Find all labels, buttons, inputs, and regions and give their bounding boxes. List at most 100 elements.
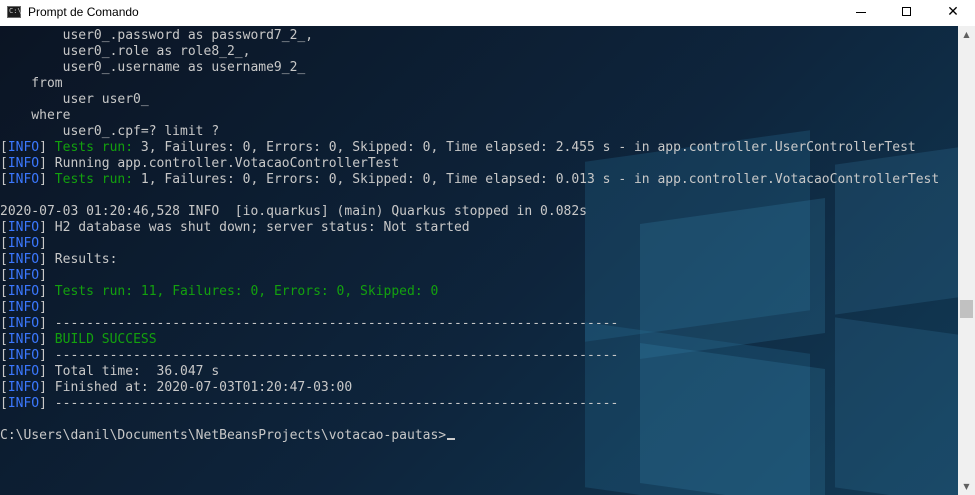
console-line: user0_.password as password7_2_,: [0, 28, 958, 44]
console-line: [INFO] Finished at: 2020-07-03T01:20:47-…: [0, 380, 958, 396]
command-prompt-line: C:\Users\danil\Documents\NetBeansProject…: [0, 428, 958, 444]
close-button[interactable]: ✕: [930, 0, 975, 26]
console-line: user0_.username as username9_2_: [0, 60, 958, 76]
console-text: ] --------------------------------------…: [39, 348, 619, 363]
console-text: ]: [39, 332, 55, 347]
console-text: ]: [39, 268, 47, 283]
console-text: ] --------------------------------------…: [39, 316, 619, 331]
console-line: user user0_: [0, 92, 958, 108]
console-text: ]: [39, 140, 55, 155]
success-text: Tests run: 11, Failures: 0, Errors: 0, S…: [54, 284, 439, 299]
console-text: [: [0, 252, 8, 267]
info-tag: INFO: [7, 396, 40, 411]
console-text: ] Total time: 36.047 s: [39, 364, 220, 379]
console-line: [INFO] ---------------------------------…: [0, 316, 958, 332]
console-text: user user0_: [0, 92, 149, 107]
info-tag: INFO: [7, 268, 40, 283]
console-line: [INFO] Tests run: 1, Failures: 0, Errors…: [0, 172, 958, 188]
title-bar[interactable]: C:\ Prompt de Comando ✕: [0, 0, 975, 26]
console-text: from: [0, 76, 63, 91]
console-text: 1, Failures: 0, Errors: 0, Skipped: 0, T…: [140, 172, 940, 187]
scroll-thumb[interactable]: [960, 300, 973, 318]
console-text: [: [0, 172, 8, 187]
text-cursor: [447, 438, 456, 440]
info-tag: INFO: [7, 300, 40, 315]
console-line: user0_.cpf=? limit ?: [0, 124, 958, 140]
info-tag: INFO: [7, 172, 40, 187]
info-tag: INFO: [7, 364, 40, 379]
console-text: ]: [39, 284, 55, 299]
window-title: Prompt de Comando: [28, 5, 139, 19]
console-text: 2020-07-03 01:20:46,528 INFO [io.quarkus…: [0, 204, 587, 219]
console-text: ] Finished at: 2020-07-03T01:20:47-03:00: [39, 380, 353, 395]
console-line: [INFO] ---------------------------------…: [0, 396, 958, 412]
success-text: Tests run:: [54, 172, 141, 187]
console-text: user0_.username as username9_2_: [0, 60, 306, 75]
console-text: [: [0, 220, 8, 235]
console-line: [INFO] Total time: 36.047 s: [0, 364, 958, 380]
info-tag: INFO: [7, 380, 40, 395]
console-text: ]: [39, 172, 55, 187]
console-line: 2020-07-03 01:20:46,528 INFO [io.quarkus…: [0, 204, 958, 220]
console-line: [INFO]: [0, 300, 958, 316]
console-text: [: [0, 380, 8, 395]
console-line: [INFO] Tests run: 11, Failures: 0, Error…: [0, 284, 958, 300]
cmd-app-icon[interactable]: C:\: [7, 6, 22, 18]
scroll-up-button[interactable]: ▲: [958, 26, 975, 43]
console-line: [INFO]: [0, 268, 958, 284]
console-text: where: [0, 108, 71, 123]
console-text: ] Results:: [39, 252, 118, 267]
minimize-button[interactable]: [838, 0, 884, 26]
console-text: [: [0, 140, 8, 155]
info-tag: INFO: [7, 348, 40, 363]
success-text: BUILD SUCCESS: [54, 332, 157, 347]
console-line: [INFO] BUILD SUCCESS: [0, 332, 958, 348]
info-tag: INFO: [7, 140, 40, 155]
maximize-button[interactable]: [884, 0, 930, 26]
maximize-icon: [902, 7, 911, 16]
console-output[interactable]: user0_.password as password7_2_, user0_.…: [0, 26, 958, 495]
app-icon-label: C:\: [9, 7, 22, 15]
command-prompt-window: C:\ Prompt de Comando ✕ user0_.password …: [0, 0, 975, 495]
console-line: [INFO] ---------------------------------…: [0, 348, 958, 364]
minimize-icon: [856, 12, 866, 13]
info-tag: INFO: [7, 236, 40, 251]
info-tag: INFO: [7, 220, 40, 235]
console-text: [: [0, 316, 8, 331]
console-line: from: [0, 76, 958, 92]
console-text: user0_.cpf=? limit ?: [0, 124, 220, 139]
console-text: [: [0, 156, 8, 171]
console-text: ] --------------------------------------…: [39, 396, 619, 411]
console-lines: user0_.password as password7_2_, user0_.…: [0, 28, 958, 444]
console-text: [: [0, 348, 8, 363]
vertical-scrollbar[interactable]: ▲ ▼: [958, 26, 975, 495]
success-text: Tests run:: [54, 140, 141, 155]
console-line: [INFO] H2 database was shut down; server…: [0, 220, 958, 236]
console-text: [: [0, 332, 8, 347]
info-tag: INFO: [7, 252, 40, 267]
info-tag: INFO: [7, 284, 40, 299]
console-line: [INFO] Results:: [0, 252, 958, 268]
console-text: [: [0, 236, 8, 251]
console-line: [INFO] Tests run: 3, Failures: 0, Errors…: [0, 140, 958, 156]
console-line: [INFO]: [0, 236, 958, 252]
console-text: [: [0, 364, 8, 379]
console-text: [: [0, 396, 8, 411]
close-icon: ✕: [947, 4, 959, 20]
console-text: ]: [39, 236, 47, 251]
console-text: ] Running app.controller.VotacaoControll…: [39, 156, 400, 171]
scroll-down-button[interactable]: ▼: [958, 478, 975, 495]
console-text: [: [0, 300, 8, 315]
console-line: user0_.role as role8_2_,: [0, 44, 958, 60]
console-text: C:\Users\danil\Documents\NetBeansProject…: [0, 428, 447, 443]
console-text: user0_.password as password7_2_,: [0, 28, 314, 43]
info-tag: INFO: [7, 332, 40, 347]
console-text: 3, Failures: 0, Errors: 0, Skipped: 0, T…: [140, 140, 916, 155]
console-line: where: [0, 108, 958, 124]
info-tag: INFO: [7, 156, 40, 171]
console-line: [INFO] Running app.controller.VotacaoCon…: [0, 156, 958, 172]
console-text: ] H2 database was shut down; server stat…: [39, 220, 470, 235]
console-text: [: [0, 268, 8, 283]
